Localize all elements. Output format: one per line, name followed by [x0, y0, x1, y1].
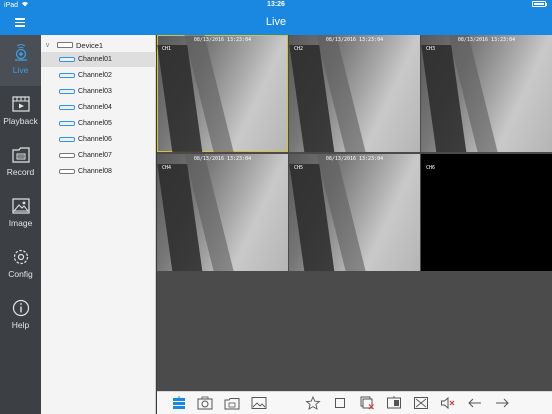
video-cell-ch1[interactable]: 08/13/2016 13:23:04 CH1	[157, 35, 288, 152]
tree-channel-01[interactable]: Channel01	[41, 52, 156, 67]
tab-label: Image	[8, 218, 33, 228]
tree-channel-02[interactable]: Channel02	[41, 68, 156, 83]
record-clip-button[interactable]	[224, 396, 240, 410]
channel-label: Channel05	[78, 120, 112, 127]
tab-label: Playback	[3, 116, 38, 126]
video-cell-empty[interactable]	[157, 273, 288, 390]
previous-page-icon	[468, 398, 481, 408]
battery-icon	[532, 1, 547, 7]
channel-label: Channel01	[78, 56, 112, 63]
tree-channel-04[interactable]: Channel04	[41, 100, 156, 115]
stop-icon	[335, 398, 345, 408]
video-timestamp: 08/13/2016 13:23:04	[325, 156, 384, 162]
image-icon	[11, 198, 30, 214]
tab-playback[interactable]: Playback	[0, 86, 41, 137]
camera-icon	[59, 137, 75, 142]
tree-device-node[interactable]: ∨ Device1	[41, 38, 156, 52]
fullscreen-button[interactable]	[413, 396, 429, 410]
favorite-button[interactable]	[305, 395, 321, 410]
tree-channel-06[interactable]: Channel06	[41, 132, 156, 147]
channel-label: Channel03	[78, 88, 112, 95]
snapshot-icon	[197, 396, 213, 410]
video-cell-ch5[interactable]: 08/13/2016 13:23:04 CH5	[289, 154, 420, 271]
video-timestamp: 08/13/2016 13:23:04	[193, 37, 252, 43]
video-grid: 08/13/2016 13:23:04 CH1 08/13/2016 13:23…	[157, 35, 552, 391]
image-icon	[251, 397, 267, 409]
camera-icon	[59, 105, 75, 110]
sidebar: Live Playback Record Image Config Help	[0, 35, 41, 414]
favorite-icon	[305, 395, 321, 410]
video-cell-empty[interactable]	[421, 273, 552, 390]
previous-page-button[interactable]	[467, 396, 483, 410]
status-bar: iPad 13:26	[0, 0, 552, 11]
record-icon	[11, 147, 30, 163]
mute-button[interactable]	[440, 396, 456, 410]
stop-button[interactable]	[332, 396, 348, 410]
tab-label: Config	[8, 269, 33, 279]
video-timestamp: 08/13/2016 13:23:04	[193, 156, 252, 162]
channel-label: Channel07	[78, 152, 112, 159]
video-timestamp: 08/13/2016 13:23:04	[325, 37, 384, 43]
dvr-icon	[57, 42, 73, 48]
channel-label: Channel04	[78, 104, 112, 111]
close-all-icon	[360, 396, 374, 410]
camera-icon	[59, 89, 75, 94]
channel-overlay-label: CH1	[162, 46, 172, 52]
fullscreen-icon	[414, 397, 428, 409]
tab-label: Help	[11, 320, 30, 330]
image-button[interactable]	[251, 396, 267, 410]
mute-icon	[441, 396, 455, 410]
channel-label: Channel08	[78, 168, 112, 175]
status-time: 13:26	[267, 1, 285, 8]
channel-overlay-label: CH2	[294, 46, 304, 52]
chevron-down-icon[interactable]: ∨	[45, 41, 53, 49]
channel-overlay-label: CH4	[162, 165, 172, 171]
video-cell-ch4[interactable]: 08/13/2016 13:23:04 CH4	[157, 154, 288, 271]
snapshot-button[interactable]	[197, 396, 213, 410]
tree-channel-08[interactable]: Channel08	[41, 164, 156, 179]
config-icon	[13, 249, 28, 265]
split-screen-button[interactable]	[386, 396, 402, 410]
layout-button[interactable]	[171, 396, 187, 410]
tab-record[interactable]: Record	[0, 137, 41, 188]
tree-channel-03[interactable]: Channel03	[41, 84, 156, 99]
help-icon	[12, 299, 29, 317]
device-label: Device1	[76, 40, 104, 50]
tab-image[interactable]: Image	[0, 188, 41, 239]
bottom-toolbar	[157, 391, 552, 414]
playback-icon	[11, 96, 30, 112]
next-page-button[interactable]	[494, 396, 510, 410]
next-page-icon	[496, 398, 509, 408]
camera-icon	[59, 73, 75, 78]
tab-help[interactable]: Help	[0, 290, 41, 341]
record-clip-icon	[224, 398, 240, 410]
split-screen-icon	[387, 396, 401, 409]
video-cell-ch6[interactable]: CH6	[421, 154, 552, 271]
camera-icon	[59, 57, 75, 62]
camera-icon	[59, 169, 75, 174]
video-timestamp: 08/13/2016 13:23:04	[457, 37, 516, 43]
tab-label: Record	[6, 167, 35, 177]
channel-overlay-label: CH6	[426, 165, 436, 171]
device-tree: ∨ Device1 Channel01 Channel02 Channel03 …	[41, 35, 156, 414]
layout-icon	[173, 396, 185, 409]
live-icon	[14, 44, 27, 61]
camera-icon	[59, 121, 75, 126]
tree-channel-07[interactable]: Channel07	[41, 148, 156, 163]
tree-channel-05[interactable]: Channel05	[41, 116, 156, 131]
tab-config[interactable]: Config	[0, 239, 41, 290]
tab-label: Live	[12, 65, 29, 75]
video-cell-ch2[interactable]: 08/13/2016 13:23:04 CH2	[289, 35, 420, 152]
channel-overlay-label: CH3	[426, 46, 436, 52]
video-cell-ch3[interactable]: 08/13/2016 13:23:04 CH3	[421, 35, 552, 152]
video-cell-empty[interactable]	[289, 273, 420, 390]
close-all-button[interactable]	[359, 396, 375, 410]
navigation-bar: Live	[0, 11, 552, 35]
camera-icon	[59, 153, 75, 158]
tab-live[interactable]: Live	[0, 35, 41, 86]
channel-label: Channel06	[78, 136, 112, 143]
channel-label: Channel02	[78, 72, 112, 79]
page-title: Live	[265, 16, 287, 28]
channel-overlay-label: CH5	[294, 165, 304, 171]
